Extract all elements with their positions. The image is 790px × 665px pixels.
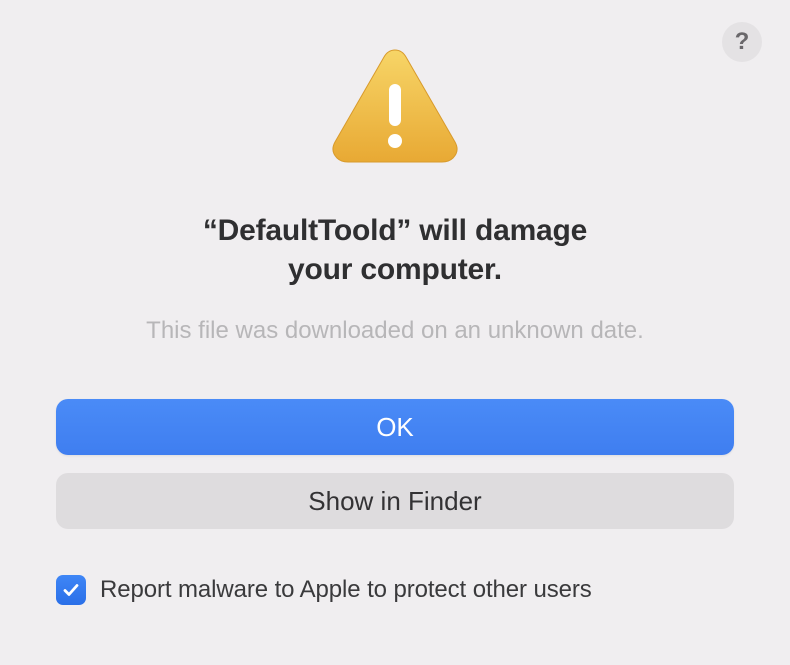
checkmark-icon — [61, 580, 81, 600]
dialog-subtitle: This file was downloaded on an unknown d… — [146, 317, 644, 345]
help-icon: ? — [735, 30, 750, 54]
help-button[interactable]: ? — [722, 22, 762, 62]
show-in-finder-label: Show in Finder — [308, 486, 481, 517]
warning-icon — [330, 46, 460, 169]
dialog-title: “DefaultToold” will damage your computer… — [203, 211, 587, 289]
ok-button-label: OK — [376, 412, 414, 443]
report-malware-row: Report malware to Apple to protect other… — [48, 575, 742, 605]
button-group: OK Show in Finder — [48, 399, 742, 529]
report-malware-checkbox[interactable] — [56, 575, 86, 605]
report-malware-label: Report malware to Apple to protect other… — [100, 576, 592, 604]
ok-button[interactable]: OK — [56, 399, 734, 455]
gatekeeper-dialog: ? “DefaultToold” will damage your comput… — [0, 0, 790, 665]
show-in-finder-button[interactable]: Show in Finder — [56, 473, 734, 529]
